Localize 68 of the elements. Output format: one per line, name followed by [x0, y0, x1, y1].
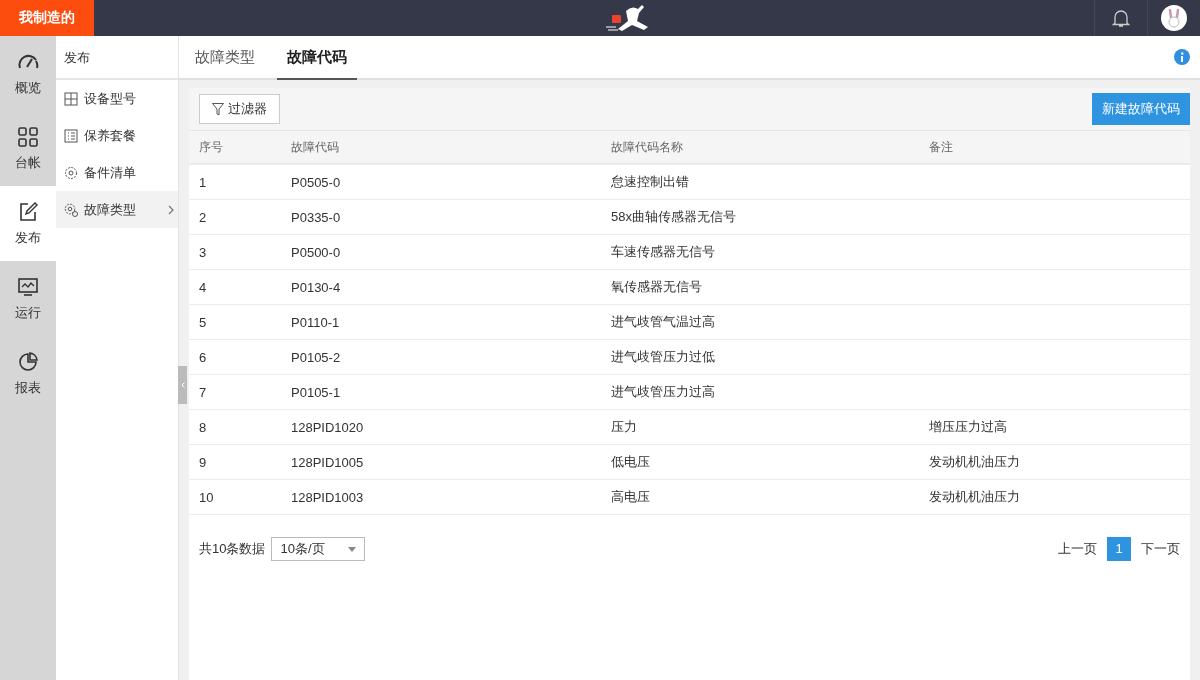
- total-count: 共10条数据: [199, 540, 266, 558]
- caret-icon: [348, 546, 357, 552]
- info-icon[interactable]: [1174, 49, 1190, 65]
- table-cell-text: P0505-0: [290, 174, 342, 190]
- table-cell-text: P0110-1: [290, 314, 341, 330]
- table-cell-text: 10: [198, 489, 215, 505]
- table-cell-text: 压力: [610, 418, 638, 436]
- table-cell-text: 怠速控制出错: [610, 173, 690, 191]
- bell-icon: [1112, 8, 1130, 28]
- tab[interactable]: 故障代码: [277, 36, 357, 80]
- table-cell-text: 车速传感器无信号: [610, 243, 716, 261]
- nav-item[interactable]: 发布: [0, 186, 56, 261]
- table-cell-text: 进气歧管气温过高: [610, 313, 716, 331]
- pie-chart-icon: [17, 350, 39, 373]
- table-cell-text: 6: [198, 349, 208, 365]
- table-cell-text: 7: [198, 384, 208, 400]
- table-cell-text: 低电压: [610, 453, 651, 471]
- table-cell-text: 发动机机油压力: [928, 488, 1021, 506]
- prev-page-link[interactable]: 上一页: [1052, 540, 1103, 558]
- table-cell-text: 128PID1003: [290, 489, 365, 505]
- chevron-icon: [168, 204, 174, 215]
- nav-item[interactable]: 报表: [0, 336, 56, 411]
- gear-icon: [64, 165, 78, 180]
- table-cell-text: 增压压力过高: [928, 418, 1008, 436]
- table-cell-text: 8: [198, 419, 208, 435]
- table-cell-text: 5: [198, 314, 208, 330]
- table-cell-text: 3: [198, 244, 208, 260]
- table-cell-text: 2: [198, 209, 208, 225]
- filter-button[interactable]: 过滤器: [199, 94, 280, 124]
- edit-icon: [17, 200, 39, 223]
- table-cell-text: P0130-4: [290, 279, 342, 295]
- column-header: 故障代码名称: [610, 138, 684, 156]
- list-icon: [64, 128, 78, 143]
- menu-item[interactable]: 设备型号: [56, 80, 178, 117]
- monitor-icon: [17, 275, 39, 298]
- table-cell-text: 进气歧管压力过高: [610, 383, 716, 401]
- column-header: 故障代码: [290, 138, 340, 156]
- menu-item[interactable]: 故障类型: [56, 191, 178, 228]
- nav-item[interactable]: 概览: [0, 36, 56, 111]
- table-cell-text: P0105-2: [290, 349, 342, 365]
- page-size-select[interactable]: 10条/页: [271, 537, 366, 561]
- nav-item[interactable]: 台帐: [0, 111, 56, 186]
- tab[interactable]: 故障类型: [185, 36, 265, 80]
- table-cell-text: 128PID1005: [290, 454, 365, 470]
- table-cell-text: 128PID1020: [290, 419, 365, 435]
- column-header: 备注: [928, 138, 954, 156]
- grid-icon: [17, 125, 39, 148]
- table-cell-text: 高电压: [610, 488, 651, 506]
- menu-item[interactable]: 备件清单: [56, 154, 178, 191]
- gears-icon: [64, 202, 78, 217]
- column-header: 序号: [198, 138, 224, 156]
- nav-item[interactable]: 运行: [0, 261, 56, 336]
- table-cell-text: 4: [198, 279, 208, 295]
- next-page-link[interactable]: 下一页: [1135, 540, 1186, 558]
- table-cell-text: 氧传感器无信号: [610, 278, 703, 296]
- table-cell-text: 1: [198, 174, 208, 190]
- table-cell-text: P0105-1: [290, 384, 342, 400]
- table-cell-text: 58x曲轴传感器无信号: [610, 208, 737, 226]
- user-avatar[interactable]: [1161, 5, 1187, 31]
- collapse-handle[interactable]: [178, 366, 187, 404]
- table-cell-text: P0335-0: [290, 209, 342, 225]
- layout-icon: [64, 91, 78, 106]
- table-cell-text: 发动机机油压力: [928, 453, 1021, 471]
- filter-icon: [212, 102, 224, 116]
- table-cell-text: P0500-0: [290, 244, 342, 260]
- table-cell-text: 进气歧管压力过低: [610, 348, 716, 366]
- menu-item[interactable]: 保养套餐: [56, 117, 178, 154]
- table-cell-text: 9: [198, 454, 208, 470]
